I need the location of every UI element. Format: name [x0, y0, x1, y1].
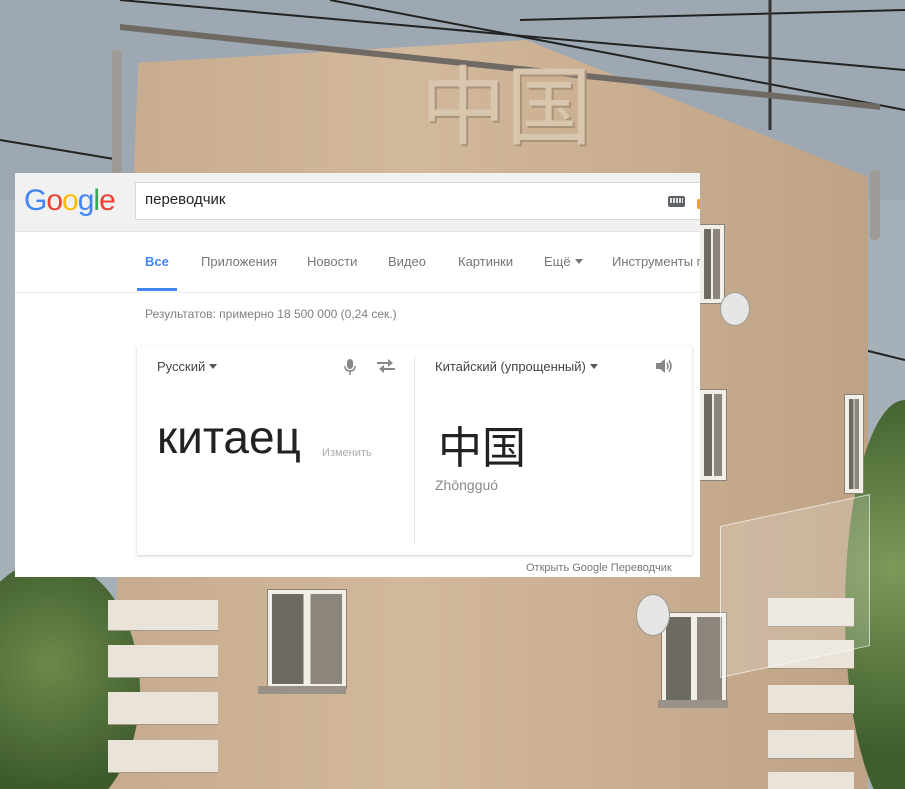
search-box [135, 182, 700, 220]
tab-all[interactable]: Все [145, 254, 169, 269]
logo-letter: e [99, 184, 116, 217]
wall-band [108, 600, 218, 630]
wall-band [768, 772, 854, 789]
chevron-down-icon [589, 364, 598, 369]
translator-card: Русский Китайский (упрощенный) китаец Из… [137, 346, 692, 555]
target-language-select[interactable]: Китайский (упрощенный) [435, 359, 598, 374]
voice-search-icon[interactable] [697, 199, 700, 209]
wall-band [108, 740, 218, 772]
drain-pipe-left [112, 50, 122, 180]
translation-text: 中国 [438, 423, 526, 474]
target-language-label: Китайский (упрощенный) [435, 359, 586, 374]
window [845, 395, 863, 493]
chevron-down-icon [574, 259, 583, 264]
chevron-down-icon [209, 364, 218, 369]
tab-apps[interactable]: Приложения [201, 254, 277, 269]
tab-more-label: Ещё [544, 254, 571, 269]
window [662, 613, 726, 705]
window [268, 590, 346, 688]
wall-band [108, 692, 218, 724]
satellite-dish [720, 292, 750, 326]
street-view-overlay [720, 494, 870, 678]
google-logo[interactable]: Google [24, 184, 116, 218]
search-tabs: Все Приложения Новости Видео Картинки Ещ… [15, 232, 700, 293]
search-input[interactable] [145, 191, 645, 208]
tab-search-tools[interactable]: Инструменты поиска [612, 254, 700, 269]
open-google-translate-link[interactable]: Открыть Google Переводчик [526, 562, 672, 574]
wall-band [768, 730, 854, 758]
tab-more[interactable]: Ещё [544, 254, 583, 269]
building-sign: 中国 [420, 58, 592, 158]
search-header: Google [15, 173, 700, 232]
source-language-label: Русский [157, 359, 206, 374]
translator-divider [414, 356, 415, 544]
satellite-dish [636, 594, 670, 636]
edit-link[interactable]: Изменить [322, 447, 372, 459]
keyboard-icon[interactable] [668, 196, 685, 207]
logo-letter: o [62, 184, 79, 217]
wall-band [768, 685, 854, 713]
logo-letter: g [77, 184, 95, 217]
microphone-icon[interactable] [342, 358, 358, 376]
results-count: Результатов: примерно 18 500 000 (0,24 с… [145, 307, 397, 321]
window-sill [658, 700, 728, 708]
logo-letter: G [24, 184, 47, 217]
speaker-icon[interactable] [654, 357, 674, 375]
source-language-select[interactable]: Русский [157, 359, 218, 374]
tab-images[interactable]: Картинки [458, 254, 513, 269]
tab-video[interactable]: Видео [388, 254, 426, 269]
source-text[interactable]: китаец [157, 410, 301, 464]
logo-letter: o [46, 184, 63, 217]
window [700, 225, 724, 303]
transliteration: Zhōngguó [435, 477, 499, 493]
wall-band [108, 645, 218, 677]
google-search-panel: Google Все Приложения Новости Видео Карт… [15, 173, 700, 577]
tab-news[interactable]: Новости [307, 254, 357, 269]
active-tab-indicator [137, 288, 177, 291]
drain-pipe-right [870, 170, 880, 240]
window [700, 390, 726, 480]
window-sill [258, 686, 346, 694]
swap-languages-icon[interactable] [375, 358, 397, 374]
